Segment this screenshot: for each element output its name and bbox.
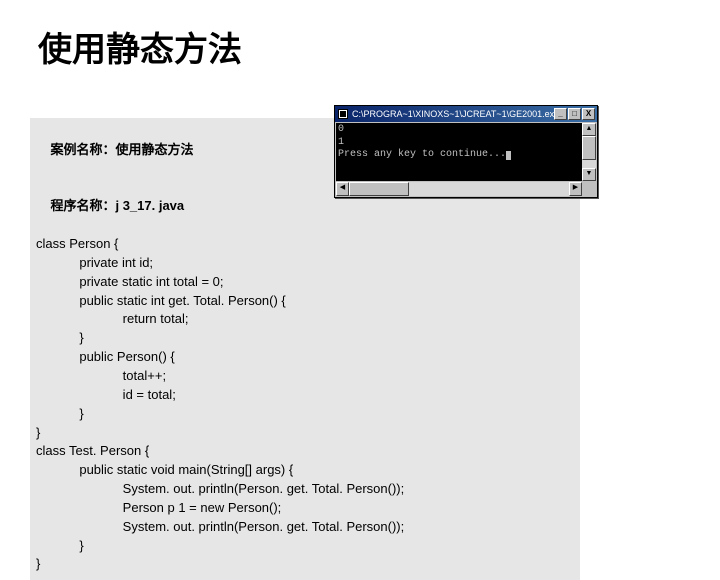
code-line: }	[36, 329, 574, 348]
case-name-value: 使用静态方法	[115, 142, 193, 157]
code-line: id = total;	[36, 386, 574, 405]
scroll-up-button[interactable]: ▲	[582, 123, 596, 136]
program-name-label: 程序名称：	[50, 198, 115, 213]
cursor-icon	[506, 151, 511, 160]
code-line: Person p 1 = new Person();	[36, 499, 574, 518]
console-line: 0	[338, 124, 344, 135]
console-title-text: C:\PROGRA~1\XINOXS~1\JCREAT~1\GE2001.exe	[352, 109, 554, 119]
console-line: Press any key to continue...	[338, 149, 506, 160]
console-output: 0 1 Press any key to continue...	[336, 123, 582, 181]
console-app-icon	[337, 108, 349, 120]
scroll-thumb[interactable]	[582, 136, 596, 160]
minimize-button[interactable]: _	[554, 108, 567, 120]
code-line: System. out. println(Person. get. Total.…	[36, 518, 574, 537]
code-line: class Test. Person {	[36, 442, 574, 461]
program-name-value: j 3_17. java	[115, 198, 184, 213]
code-line: }	[36, 555, 574, 574]
case-name-label: 案例名称：	[50, 142, 115, 157]
code-line: public static int get. Total. Person() {	[36, 292, 574, 311]
code-line: }	[36, 537, 574, 556]
code-line: return total;	[36, 310, 574, 329]
code-line: class Person {	[36, 235, 574, 254]
scroll-track[interactable]	[349, 182, 569, 196]
code-line: public Person() {	[36, 348, 574, 367]
code-line: }	[36, 405, 574, 424]
console-line: 1	[338, 137, 344, 148]
code-line: public static void main(String[] args) {	[36, 461, 574, 480]
scroll-thumb[interactable]	[349, 182, 409, 196]
code-line: private static int total = 0;	[36, 273, 574, 292]
code-line: private int id;	[36, 254, 574, 273]
scroll-down-button[interactable]: ▼	[582, 168, 596, 181]
resize-grip[interactable]	[582, 182, 596, 196]
slide-title: 使用静态方法	[0, 0, 720, 71]
maximize-button[interactable]: □	[568, 108, 581, 120]
scroll-right-button[interactable]: ▶	[569, 182, 582, 196]
scroll-left-button[interactable]: ◀	[336, 182, 349, 196]
close-button[interactable]: X	[582, 108, 595, 120]
scroll-track[interactable]	[582, 136, 596, 168]
code-line: System. out. println(Person. get. Total.…	[36, 480, 574, 499]
console-window: C:\PROGRA~1\XINOXS~1\JCREAT~1\GE2001.exe…	[334, 105, 598, 198]
vertical-scrollbar[interactable]: ▲ ▼	[582, 123, 596, 181]
code-line: total++;	[36, 367, 574, 386]
code-line: }	[36, 424, 574, 443]
console-titlebar[interactable]: C:\PROGRA~1\XINOXS~1\JCREAT~1\GE2001.exe…	[335, 106, 597, 122]
horizontal-scrollbar[interactable]: ◀ ▶	[336, 182, 582, 196]
